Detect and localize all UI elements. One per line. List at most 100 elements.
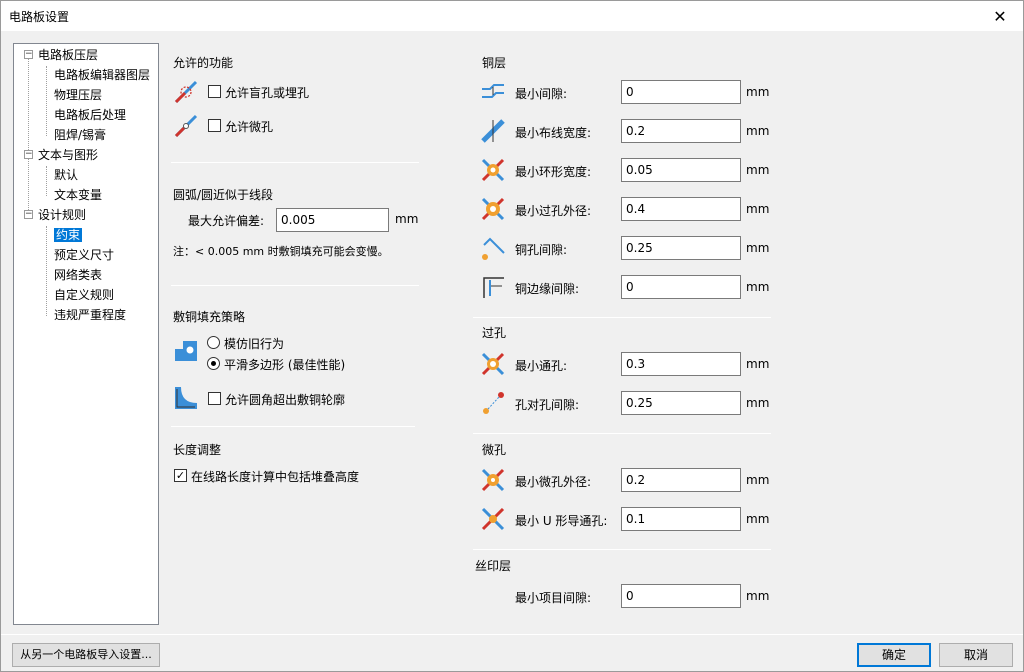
board-setup-dialog: 电路板设置 ✕ − 电路板压层 电路板编辑器图层 物理压层 电路板后处理 阻焊/… bbox=[0, 0, 1024, 672]
fillet-outline-icon bbox=[175, 387, 197, 409]
collapse-icon[interactable]: − bbox=[24, 50, 33, 59]
title-bar: 电路板设置 ✕ bbox=[1, 1, 1023, 31]
hole-to-hole-input[interactable] bbox=[621, 391, 741, 415]
zone-fill-header: 敷铜填充策略 bbox=[173, 310, 246, 324]
min-via-diameter-label: 最小过孔外径: bbox=[515, 204, 592, 218]
tree-item-board-finish[interactable]: 电路板后处理 bbox=[54, 106, 126, 124]
separator bbox=[473, 317, 771, 318]
blind-via-icon bbox=[174, 80, 198, 104]
max-error-label: 最大允许偏差: bbox=[188, 214, 265, 228]
allow-blind-buried-checkbox[interactable] bbox=[208, 85, 221, 98]
allow-micro-vias-checkbox[interactable] bbox=[208, 119, 221, 132]
clearance-icon bbox=[482, 84, 504, 98]
include-stackup-label: 在线路长度计算中包括堆叠高度 bbox=[191, 470, 360, 484]
unit-label: mm bbox=[746, 241, 770, 255]
min-annular-width-input[interactable] bbox=[621, 158, 741, 182]
min-microvia-hole-label: 最小 U 形导通孔: bbox=[515, 514, 608, 528]
include-stackup-checkbox[interactable]: ✓ bbox=[174, 469, 187, 482]
min-item-clearance-input[interactable] bbox=[621, 584, 741, 608]
separator bbox=[473, 549, 771, 550]
import-settings-button[interactable]: 从另一个电路板导入设置... bbox=[12, 643, 160, 667]
close-icon[interactable]: ✕ bbox=[977, 1, 1023, 31]
hole-to-hole-label: 孔对孔间隙: bbox=[515, 398, 580, 412]
min-track-width-label: 最小布线宽度: bbox=[515, 126, 592, 140]
tree-item-defaults[interactable]: 默认 bbox=[54, 166, 78, 184]
unit-label: mm bbox=[746, 357, 770, 371]
separator bbox=[171, 426, 415, 427]
unit-label: mm bbox=[746, 124, 770, 138]
min-microvia-diameter-label: 最小微孔外径: bbox=[515, 475, 592, 489]
min-annular-width-label: 最小环形宽度: bbox=[515, 165, 592, 179]
annular-ring-icon bbox=[481, 158, 505, 182]
min-clearance-input[interactable] bbox=[621, 80, 741, 104]
tree-item-physical-stackup[interactable]: 物理压层 bbox=[54, 86, 102, 104]
unit-label: mm bbox=[746, 473, 770, 487]
min-microvia-hole-input[interactable] bbox=[621, 507, 741, 531]
micro-via-diameter-icon bbox=[481, 468, 505, 492]
copper-edge-clearance-input[interactable] bbox=[621, 275, 741, 299]
micro-via-icon bbox=[174, 114, 198, 138]
tree-item-violation-severity[interactable]: 违规严重程度 bbox=[54, 306, 126, 324]
ok-button[interactable]: 确定 bbox=[857, 643, 931, 667]
max-error-input[interactable] bbox=[276, 208, 389, 232]
silkscreen-header: 丝印层 bbox=[475, 559, 512, 573]
unit-label: mm bbox=[746, 512, 770, 526]
min-item-clearance-label: 最小项目间隙: bbox=[515, 591, 592, 605]
arc-note: 注：< 0.005 mm 时敷铜填充可能会变慢。 bbox=[173, 245, 389, 258]
allow-fillet-label: 允许圆角超出敷铜轮廓 bbox=[225, 393, 346, 407]
separator bbox=[473, 433, 771, 434]
through-hole-icon bbox=[481, 352, 505, 376]
tree-item-predefined-sizes[interactable]: 预定义尺寸 bbox=[54, 246, 114, 264]
tree-item-constraints[interactable]: 约束 bbox=[54, 226, 83, 244]
copper-hole-clearance-label: 铜孔间隙: bbox=[515, 243, 568, 257]
tree-item-solder-mask-paste[interactable]: 阻焊/锡膏 bbox=[54, 126, 106, 144]
min-through-hole-label: 最小通孔: bbox=[515, 359, 568, 373]
holes-header: 过孔 bbox=[482, 326, 507, 340]
min-through-hole-input[interactable] bbox=[621, 352, 741, 376]
edge-clearance-icon bbox=[483, 277, 504, 298]
hole-to-hole-icon bbox=[483, 392, 504, 414]
smooth-polygons-label: 平滑多边形 (最佳性能) bbox=[224, 358, 346, 372]
copper-hole-clearance-input[interactable] bbox=[621, 236, 741, 260]
micro-via-drill-icon bbox=[481, 507, 505, 531]
max-error-unit: mm bbox=[395, 212, 419, 226]
arc-approx-header: 圆弧/圆近似于线段 bbox=[173, 188, 274, 202]
tree-item-net-classes[interactable]: 网络类表 bbox=[54, 266, 102, 284]
zone-strategy-icon bbox=[175, 341, 197, 361]
allow-micro-vias-label: 允许微孔 bbox=[225, 120, 274, 134]
tree-item-custom-rules[interactable]: 自定义规则 bbox=[54, 286, 114, 304]
track-width-icon bbox=[481, 119, 505, 143]
unit-label: mm bbox=[746, 589, 770, 603]
window-title: 电路板设置 bbox=[9, 10, 70, 24]
allow-blind-buried-label: 允许盲孔或埋孔 bbox=[225, 86, 310, 100]
min-microvia-diameter-input[interactable] bbox=[621, 468, 741, 492]
collapse-icon[interactable]: − bbox=[24, 150, 33, 159]
allow-fillet-checkbox[interactable] bbox=[208, 392, 221, 405]
mimic-legacy-radio[interactable] bbox=[207, 336, 220, 349]
min-track-width-input[interactable] bbox=[621, 119, 741, 143]
tree-item-editor-layers[interactable]: 电路板编辑器图层 bbox=[54, 66, 150, 84]
features-header: 允许的功能 bbox=[173, 56, 234, 70]
unit-label: mm bbox=[746, 85, 770, 99]
tree-item-text-variables[interactable]: 文本变量 bbox=[54, 186, 102, 204]
length-tuning-header: 长度调整 bbox=[173, 443, 222, 457]
cancel-button[interactable]: 取消 bbox=[939, 643, 1013, 667]
via-diameter-icon bbox=[481, 197, 505, 221]
min-clearance-label: 最小间隙: bbox=[515, 87, 568, 101]
footer-separator bbox=[1, 634, 1023, 635]
microvias-header: 微孔 bbox=[482, 443, 507, 457]
separator bbox=[171, 285, 419, 286]
separator bbox=[171, 162, 419, 163]
copper-header: 铜层 bbox=[482, 56, 507, 70]
unit-label: mm bbox=[746, 202, 770, 216]
min-via-diameter-input[interactable] bbox=[621, 197, 741, 221]
hole-clearance-icon bbox=[482, 237, 505, 260]
collapse-icon[interactable]: − bbox=[24, 210, 33, 219]
unit-label: mm bbox=[746, 163, 770, 177]
smooth-polygons-radio[interactable] bbox=[207, 357, 220, 370]
unit-label: mm bbox=[746, 396, 770, 410]
mimic-legacy-label: 模仿旧行为 bbox=[224, 337, 285, 351]
settings-tree[interactable]: − 电路板压层 电路板编辑器图层 物理压层 电路板后处理 阻焊/锡膏 − 文本与… bbox=[13, 43, 159, 625]
copper-edge-clearance-label: 铜边缘间隙: bbox=[515, 282, 580, 296]
unit-label: mm bbox=[746, 280, 770, 294]
